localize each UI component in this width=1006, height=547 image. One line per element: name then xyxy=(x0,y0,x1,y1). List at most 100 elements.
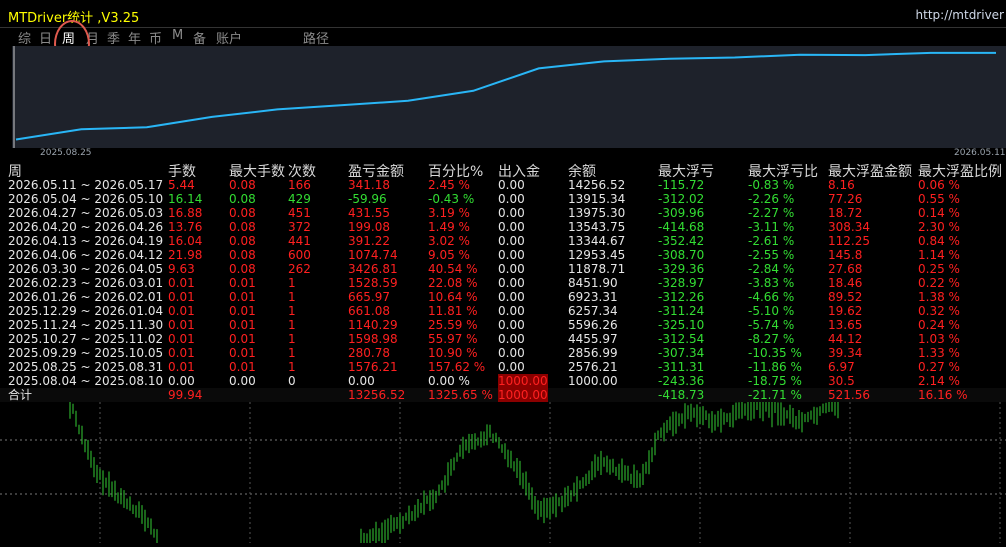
table-row[interactable]: 2026.01.26 ~ 2026.02.01 0.01 0.01 1 665.97 10… xyxy=(0,290,1006,304)
row-max-lots: 0.01 xyxy=(229,276,256,290)
row-count: 1 xyxy=(288,346,296,360)
row-max-float-gain-pct: 0.25 % xyxy=(918,262,960,276)
row-max-float-loss-pct: -2.61 % xyxy=(748,234,795,248)
total-label: 合计 xyxy=(8,388,33,402)
tab-year[interactable]: 年 xyxy=(128,28,141,47)
row-max-float-gain-pct: 1.03 % xyxy=(918,332,960,346)
row-pct: 11.81 % xyxy=(428,304,478,318)
row-count: 451 xyxy=(288,206,311,220)
tab-day[interactable]: 日 xyxy=(39,28,52,47)
row-max-lots: 0.08 xyxy=(229,178,256,192)
row-pnl: 1140.29 xyxy=(348,318,398,332)
row-max-float-gain-pct: 0.14 % xyxy=(918,206,960,220)
row-max-float-loss-pct: -2.27 % xyxy=(748,206,795,220)
table-row[interactable]: 2025.09.29 ~ 2025.10.05 0.01 0.01 1 280.78 10… xyxy=(0,346,1006,360)
row-pct: 55.97 % xyxy=(428,332,478,346)
row-pct: 10.90 % xyxy=(428,346,478,360)
row-lots: 21.98 xyxy=(168,248,203,262)
row-period: 2026.01.26 ~ 2026.02.01 xyxy=(8,290,164,304)
row-period: 2025.09.29 ~ 2025.10.05 xyxy=(8,346,164,360)
row-max-float-loss-pct: -2.55 % xyxy=(748,248,795,262)
table-row[interactable]: 2026.04.27 ~ 2026.05.03 16.88 0.08 451 431.5… xyxy=(0,206,1006,220)
row-max-float-loss-pct: -3.11 % xyxy=(748,220,795,234)
row-max-float-gain: 18.46 xyxy=(828,276,863,290)
equity-end-date: 2026.05.11 xyxy=(954,148,1006,158)
row-max-float-loss: -243.36 xyxy=(658,374,705,388)
row-max-lots: 0.00 xyxy=(229,374,256,388)
table-row[interactable]: 2025.12.29 ~ 2026.01.04 0.01 0.01 1 661.08 11… xyxy=(0,304,1006,318)
table-row[interactable]: 2026.04.13 ~ 2026.04.19 16.04 0.08 441 391.2… xyxy=(0,234,1006,248)
row-lots: 0.01 xyxy=(168,304,195,318)
row-balance: 4455.97 xyxy=(568,332,618,346)
row-inout: 0.00 xyxy=(498,346,525,360)
row-balance: 6923.31 xyxy=(568,290,618,304)
table-row[interactable]: 2025.11.24 ~ 2025.11.30 0.01 0.01 1 1140.29 2… xyxy=(0,318,1006,332)
row-inout: 0.00 xyxy=(498,360,525,374)
row-count: 166 xyxy=(288,178,311,192)
row-count: 0 xyxy=(288,374,296,388)
row-count: 1 xyxy=(288,332,296,346)
row-lots: 16.88 xyxy=(168,206,203,220)
row-max-lots: 0.08 xyxy=(229,192,256,206)
period-tab-bar: 综 日 周 月 季 年 币 M 备 账户 路径 xyxy=(0,27,1006,47)
row-max-float-gain: 19.62 xyxy=(828,304,863,318)
row-max-float-loss-pct: -3.83 % xyxy=(748,276,795,290)
row-max-float-gain-pct: 0.22 % xyxy=(918,276,960,290)
weekly-stats-table: 周 手数 最大手数 次数 盈亏金额 百分比% 出入金 余额 最大浮亏 最大浮亏比… xyxy=(0,160,1006,402)
row-count: 429 xyxy=(288,192,311,206)
row-max-float-gain-pct: 0.06 % xyxy=(918,178,960,192)
row-lots: 16.04 xyxy=(168,234,203,248)
row-inout: 0.00 xyxy=(498,248,525,262)
row-max-float-loss: -115.72 xyxy=(658,178,705,192)
tab-account[interactable]: 账户 xyxy=(216,28,242,47)
equity-start-date: 2025.08.25 xyxy=(40,148,92,158)
row-max-float-loss: -328.97 xyxy=(658,276,705,290)
row-max-lots: 0.08 xyxy=(229,206,256,220)
table-row[interactable]: 2025.08.04 ~ 2025.08.10 0.00 0.00 0 0.00 0.00… xyxy=(0,374,1006,388)
row-count: 372 xyxy=(288,220,311,234)
tab-quarter[interactable]: 季 xyxy=(107,28,120,47)
row-max-lots: 0.08 xyxy=(229,262,256,276)
total-pct: 1325.65 % xyxy=(428,388,493,402)
row-pnl: 3426.81 xyxy=(348,262,398,276)
table-row[interactable]: 2026.04.20 ~ 2026.04.26 13.76 0.08 372 199.0… xyxy=(0,220,1006,234)
row-max-float-loss: -311.31 xyxy=(658,360,705,374)
row-max-float-loss: -312.26 xyxy=(658,290,705,304)
table-row[interactable]: 2026.02.23 ~ 2026.03.01 0.01 0.01 1 1528.59 2… xyxy=(0,276,1006,290)
table-row[interactable]: 2026.03.30 ~ 2026.04.05 9.63 0.08 262 3426.8… xyxy=(0,262,1006,276)
row-inout: 0.00 xyxy=(498,206,525,220)
tab-m[interactable]: M xyxy=(172,28,183,43)
row-inout: 0.00 xyxy=(498,220,525,234)
row-max-float-gain-pct: 1.14 % xyxy=(918,248,960,262)
total-row: 合计 99.94 13256.52 1325.65 % 1000.00 -418.73 -2… xyxy=(0,388,1006,402)
table-row[interactable]: 2025.08.25 ~ 2025.08.31 0.01 0.01 1 1576.21 1… xyxy=(0,360,1006,374)
table-row[interactable]: 2025.10.27 ~ 2025.11.02 0.01 0.01 1 1598.98 5… xyxy=(0,332,1006,346)
tab-notes[interactable]: 备 xyxy=(193,28,206,47)
table-row[interactable]: 2026.05.11 ~ 2026.05.17 5.44 0.08 166 341.18… xyxy=(0,178,1006,192)
row-max-float-loss-pct: -2.84 % xyxy=(748,262,795,276)
row-inout: 0.00 xyxy=(498,234,525,248)
row-max-lots: 0.08 xyxy=(229,248,256,262)
tab-path[interactable]: 路径 xyxy=(303,28,329,47)
row-pct: 10.64 % xyxy=(428,290,478,304)
row-count: 1 xyxy=(288,318,296,332)
row-max-float-gain-pct: 0.32 % xyxy=(918,304,960,318)
row-max-float-loss: -325.10 xyxy=(658,318,705,332)
row-lots: 0.01 xyxy=(168,360,195,374)
row-max-float-gain-pct: 2.30 % xyxy=(918,220,960,234)
row-max-float-gain-pct: 0.55 % xyxy=(918,192,960,206)
total-pnl: 13256.52 xyxy=(348,388,406,402)
row-max-lots: 0.01 xyxy=(229,332,256,346)
title-bar: MTDriver统计 ,V3.25 http://mtdriver xyxy=(0,0,1006,28)
row-period: 2026.04.06 ~ 2026.04.12 xyxy=(8,248,164,262)
row-max-float-gain: 30.5 xyxy=(828,374,855,388)
tab-summary[interactable]: 综 xyxy=(18,28,31,47)
table-row[interactable]: 2026.04.06 ~ 2026.04.12 21.98 0.08 600 1074.… xyxy=(0,248,1006,262)
table-row[interactable]: 2026.05.04 ~ 2026.05.10 16.14 0.08 429 -59.9… xyxy=(0,192,1006,206)
row-max-float-gain-pct: 2.14 % xyxy=(918,374,960,388)
app-url-link[interactable]: http://mtdriver xyxy=(916,8,1004,22)
row-max-lots: 0.01 xyxy=(229,360,256,374)
tab-currency[interactable]: 币 xyxy=(149,28,162,47)
row-period: 2026.03.30 ~ 2026.04.05 xyxy=(8,262,164,276)
row-balance: 6257.34 xyxy=(568,304,618,318)
